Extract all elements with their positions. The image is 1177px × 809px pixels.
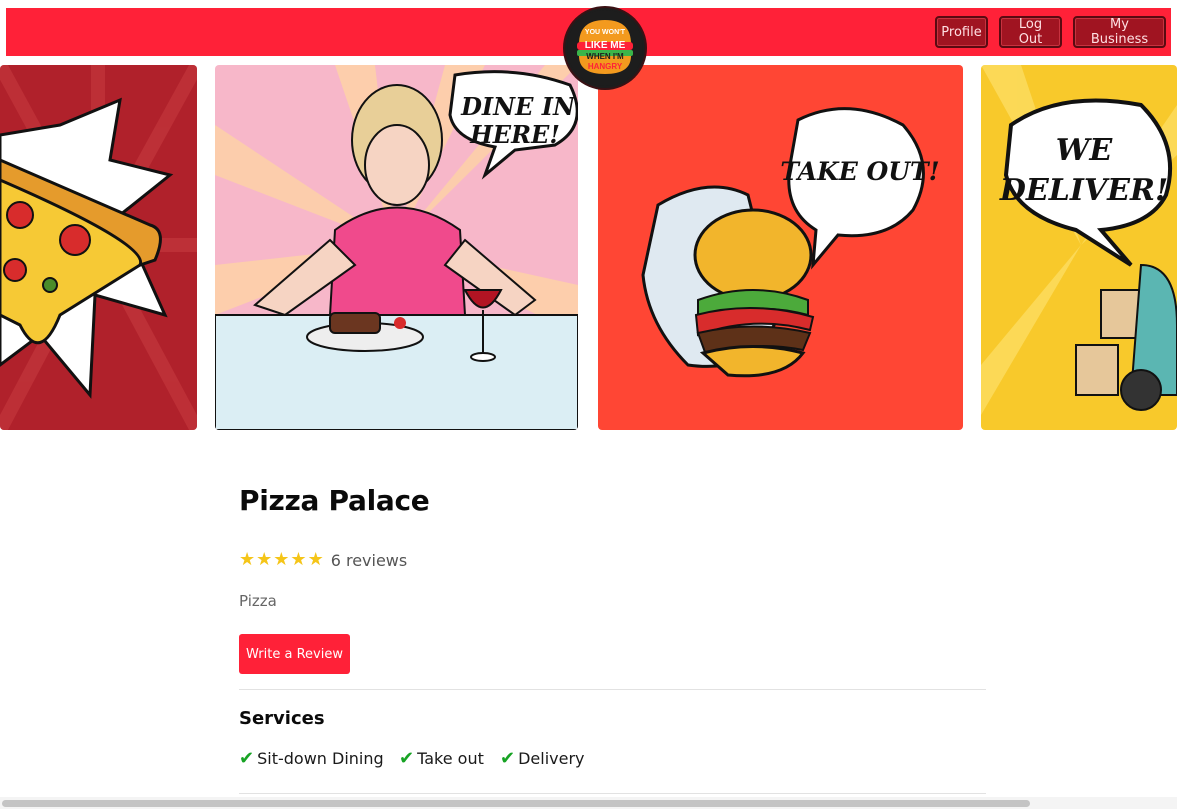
carousel-slide-pizza[interactable] (0, 65, 197, 430)
service-label: Take out (417, 749, 484, 768)
star-icon: ★ (307, 549, 324, 570)
logo[interactable]: YOU WON'T LIKE ME WHEN I'M HANGRY (565, 8, 645, 88)
take-out-illustration-icon: TAKE OUT! (598, 65, 963, 430)
horizontal-scrollbar[interactable] (0, 797, 1177, 809)
svg-text:HERE!: HERE! (469, 120, 560, 149)
svg-text:HANGRY: HANGRY (588, 62, 623, 71)
business-category: Pizza (239, 592, 277, 610)
write-review-button[interactable]: Write a Review (239, 634, 350, 674)
burger-logo-icon: YOU WON'T LIKE ME WHEN I'M HANGRY (567, 10, 643, 86)
service-item: ✔ Sit-down Dining (239, 748, 384, 769)
my-business-button[interactable]: My Business (1073, 16, 1166, 48)
review-count[interactable]: 6 reviews (331, 551, 408, 570)
rating-row: ★ ★ ★ ★ ★ 6 reviews (239, 550, 407, 570)
carousel-slide-take-out[interactable]: TAKE OUT! (598, 65, 963, 430)
star-icon: ★ (239, 549, 256, 570)
svg-text:YOU WON'T: YOU WON'T (585, 29, 626, 36)
profile-button[interactable]: Profile (935, 16, 988, 48)
service-label: Sit-down Dining (257, 749, 384, 768)
star-rating: ★ ★ ★ ★ ★ (239, 550, 324, 570)
star-icon: ★ (256, 549, 273, 570)
carousel-slide-dine-in[interactable]: DINE IN HERE! (215, 65, 578, 430)
svg-text:TAKE OUT!: TAKE OUT! (780, 157, 939, 186)
svg-text:DINE IN: DINE IN (460, 92, 576, 121)
logout-button[interactable]: Log Out (999, 16, 1062, 48)
star-icon: ★ (273, 549, 290, 570)
service-item: ✔ Take out (399, 748, 484, 769)
star-icon: ★ (290, 549, 307, 570)
business-name: Pizza Palace (239, 484, 430, 517)
service-label: Delivery (518, 749, 585, 768)
service-item: ✔ Delivery (500, 748, 585, 769)
dine-in-illustration-icon: DINE IN HERE! (215, 65, 578, 430)
pizza-illustration-icon (0, 65, 197, 430)
svg-text:WE: WE (1056, 133, 1114, 168)
checkmark-icon: ✔ (500, 748, 516, 769)
svg-text:LIKE ME: LIKE ME (585, 40, 626, 51)
delivery-illustration-icon: WE DELIVER! (981, 65, 1177, 430)
carousel-slide-deliver[interactable]: WE DELIVER! (981, 65, 1177, 430)
svg-text:DELIVER!: DELIVER! (999, 173, 1168, 208)
services-heading: Services (239, 708, 325, 729)
divider (239, 689, 986, 690)
scrollbar-thumb[interactable] (2, 800, 1030, 807)
checkmark-icon: ✔ (239, 748, 255, 769)
divider (239, 793, 986, 794)
svg-text:WHEN I'M: WHEN I'M (586, 52, 624, 61)
checkmark-icon: ✔ (399, 748, 415, 769)
image-carousel[interactable]: DINE IN HERE! TAKE OUT! WE DELIVER! (0, 65, 1177, 430)
